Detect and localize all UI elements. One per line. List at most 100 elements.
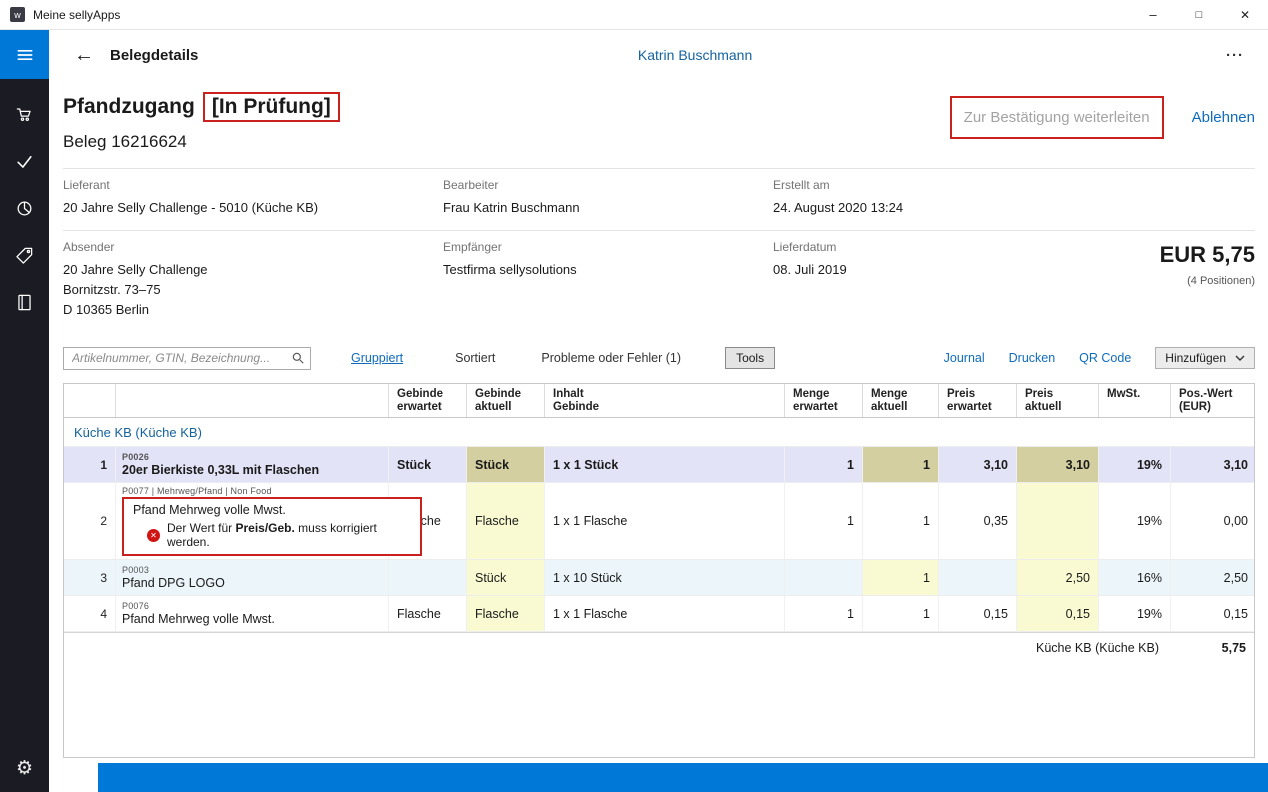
absender-line: D 10365 Berlin xyxy=(63,300,443,320)
article-cell: P0076Pfand Mehrweg volle Mwst. xyxy=(116,596,389,631)
footer-group-total: 5,75 xyxy=(1169,641,1254,655)
chevron-down-icon xyxy=(1235,355,1245,362)
cell-gebinde-aktuell[interactable]: Flasche xyxy=(467,596,545,631)
info-row-2: Absender 20 Jahre Selly Challenge Bornit… xyxy=(63,230,1255,332)
article-code: P0076 xyxy=(122,601,149,611)
cell-preis-aktuell[interactable]: 0,15 xyxy=(1017,596,1099,631)
magnifier-icon[interactable] xyxy=(291,351,305,365)
empfaenger-value: Testfirma sellysolutions xyxy=(443,260,773,280)
info-row-1: Lieferant 20 Jahre Selly Challenge - 501… xyxy=(63,168,1255,230)
table-row[interactable]: 2P0077 | Mehrweg/Pfand | Non FoodPfand M… xyxy=(64,483,1254,560)
article-code: P0077 | Mehrweg/Pfand | Non Food xyxy=(122,486,272,496)
status-badge: [In Prüfung] xyxy=(203,92,340,122)
filter-probleme[interactable]: Probleme oder Fehler (1) xyxy=(541,351,681,365)
more-options-button[interactable]: ··· xyxy=(1226,47,1244,64)
cell-pos-wert: 3,10 xyxy=(1171,447,1255,482)
search-input[interactable] xyxy=(63,347,311,370)
cell-menge-aktuell[interactable]: 1 xyxy=(863,447,939,482)
document-title: Pfandzugang xyxy=(63,95,195,119)
cell-preis-erwartet xyxy=(939,560,1017,595)
page: { "colors": { "accent_blue": "#0f6cbd", … xyxy=(0,0,1268,792)
article-code: P0026 xyxy=(122,452,149,462)
cell-menge-aktuell: 1 xyxy=(863,596,939,631)
app-header: ← Belegdetails Katrin Buschmann ··· xyxy=(49,30,1268,80)
cell-menge-aktuell[interactable]: 1 xyxy=(863,560,939,595)
positions-table: Gebinde erwartetGebinde aktuellInhalt Ge… xyxy=(63,383,1255,758)
app-icon: w xyxy=(10,7,25,22)
cell-gebinde-erwartet xyxy=(389,560,467,595)
article-cell: P002620er Bierkiste 0,33L mit Flaschen xyxy=(116,447,389,482)
hamburger-icon xyxy=(15,45,35,65)
sidebar-nav: ⚙ xyxy=(0,30,49,792)
cell-gebinde-aktuell[interactable]: Stück xyxy=(467,560,545,595)
close-button[interactable]: ✕ xyxy=(1222,0,1268,30)
qr-code-link[interactable]: QR Code xyxy=(1079,351,1131,365)
gear-icon: ⚙ xyxy=(16,759,33,778)
cell-pos-wert: 2,50 xyxy=(1171,560,1255,595)
maximize-button[interactable]: □ xyxy=(1176,0,1222,30)
cell-menge-erwartet: 1 xyxy=(785,483,863,559)
cell-mwst: 16% xyxy=(1099,560,1171,595)
cell-preis-aktuell[interactable]: 3,10 xyxy=(1017,447,1099,482)
article-cell: P0077 | Mehrweg/Pfand | Non FoodPfand Me… xyxy=(116,483,389,559)
table-row[interactable]: 1P002620er Bierkiste 0,33L mit FlaschenS… xyxy=(64,447,1254,483)
back-button[interactable]: ← xyxy=(74,45,94,65)
bearbeiter-value: Frau Katrin Buschmann xyxy=(443,198,773,218)
column-header: Menge aktuell xyxy=(863,384,939,417)
column-header: Preis erwartet xyxy=(939,384,1017,417)
column-header: Menge erwartet xyxy=(785,384,863,417)
column-header: Preis aktuell xyxy=(1017,384,1099,417)
filter-gruppiert[interactable]: Gruppiert xyxy=(351,351,403,365)
search-box xyxy=(63,347,311,370)
table-header-row: Gebinde erwartetGebinde aktuellInhalt Ge… xyxy=(64,384,1254,418)
menu-button[interactable] xyxy=(0,30,49,79)
cell-gebinde-aktuell[interactable]: Flasche xyxy=(467,483,545,559)
cell-inhalt: 1 x 10 Stück xyxy=(545,560,785,595)
sidebar-item-prices[interactable] xyxy=(0,232,49,279)
sidebar-item-journal[interactable] xyxy=(0,279,49,326)
sidebar-item-reports[interactable] xyxy=(0,185,49,232)
article-name: Pfand DPG LOGO xyxy=(122,576,225,590)
user-name[interactable]: Katrin Buschmann xyxy=(638,47,752,63)
column-header: Gebinde aktuell xyxy=(467,384,545,417)
column-header: Inhalt Gebinde xyxy=(545,384,785,417)
cell-gebinde-aktuell[interactable]: Stück xyxy=(467,447,545,482)
group-header[interactable]: Küche KB (Küche KB) xyxy=(64,418,1254,447)
erstellt-value: 24. August 2020 13:24 xyxy=(773,198,1035,218)
column-header: MwSt. xyxy=(1099,384,1171,417)
sidebar-item-settings[interactable]: ⚙ xyxy=(0,748,49,788)
cell-gebinde-erwartet: Stück xyxy=(389,447,467,482)
sidebar-item-tasks[interactable] xyxy=(0,138,49,185)
reject-button[interactable]: Ablehnen xyxy=(1192,109,1255,126)
document-header: Pfandzugang [In Prüfung] Beleg 16216624 … xyxy=(63,80,1255,152)
cell-preis-erwartet: 3,10 xyxy=(939,447,1017,482)
empfaenger-label: Empfänger xyxy=(443,240,773,254)
drucken-link[interactable]: Drucken xyxy=(1009,351,1056,365)
row-number: 1 xyxy=(64,447,116,482)
tools-button[interactable]: Tools xyxy=(725,347,775,369)
hinzufuegen-button[interactable]: Hinzufügen xyxy=(1155,347,1255,369)
article-cell: P0003Pfand DPG LOGO xyxy=(116,560,389,595)
filter-sortiert[interactable]: Sortiert xyxy=(455,351,495,365)
footer-group-label: Küche KB (Küche KB) xyxy=(64,641,1169,655)
sidebar-item-cart[interactable] xyxy=(0,91,49,138)
cell-preis-aktuell[interactable] xyxy=(1017,483,1099,559)
table-row[interactable]: 4P0076Pfand Mehrweg volle Mwst.FlascheFl… xyxy=(64,596,1254,632)
row-number: 3 xyxy=(64,560,116,595)
journal-link[interactable]: Journal xyxy=(944,351,985,365)
erstellt-label: Erstellt am xyxy=(773,178,1035,192)
page-title: Belegdetails xyxy=(110,47,198,64)
cell-preis-aktuell[interactable]: 2,50 xyxy=(1017,560,1099,595)
cell-menge-erwartet xyxy=(785,560,863,595)
minimize-button[interactable]: – xyxy=(1130,0,1176,30)
forward-button[interactable]: Zur Bestätigung weiterleiten xyxy=(950,96,1164,139)
table-row[interactable]: 3P0003Pfand DPG LOGO Stück1 x 10 Stück 1 2,… xyxy=(64,560,1254,596)
cell-mwst: 19% xyxy=(1099,483,1171,559)
absender-label: Absender xyxy=(63,240,443,254)
positions-count: (4 Positionen) xyxy=(1035,275,1255,287)
cell-mwst: 19% xyxy=(1099,596,1171,631)
cell-gebinde-erwartet: Flasche xyxy=(389,596,467,631)
row-number: 2 xyxy=(64,483,116,559)
bearbeiter-label: Bearbeiter xyxy=(443,178,773,192)
table-footer-row: Küche KB (Küche KB) 5,75 xyxy=(64,632,1254,662)
